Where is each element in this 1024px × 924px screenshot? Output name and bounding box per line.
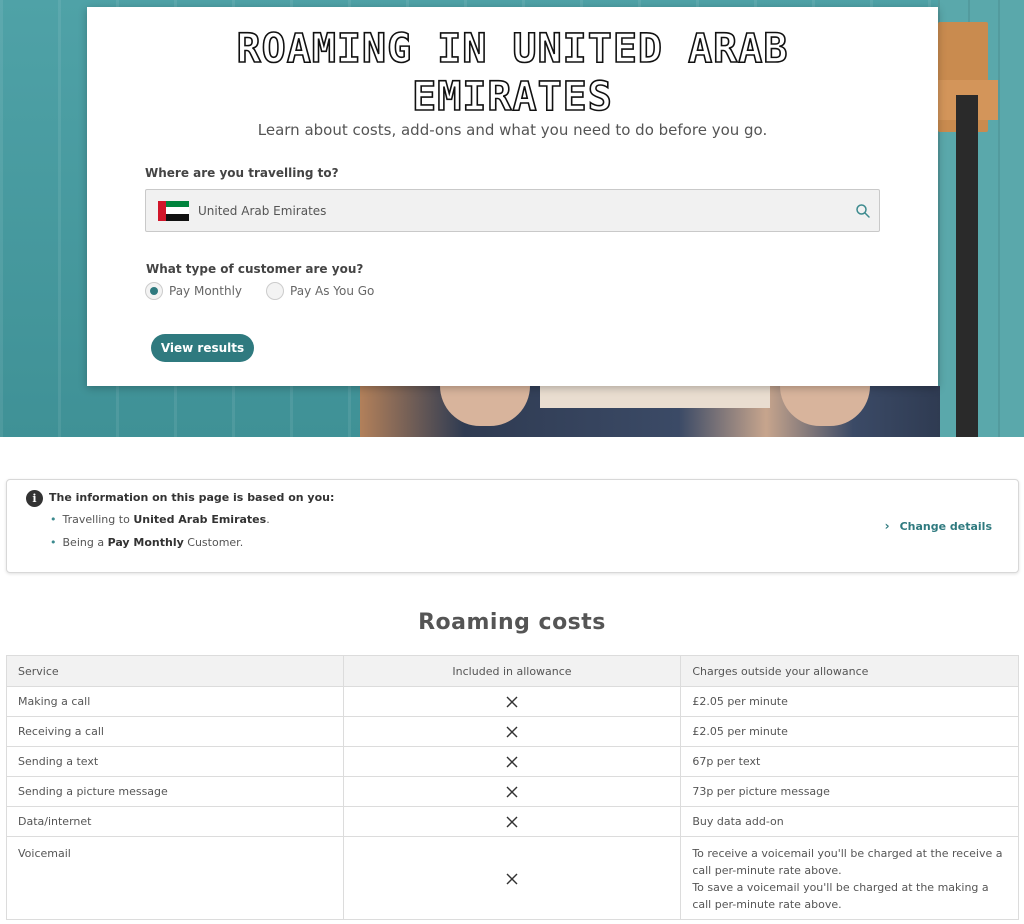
personalised-info-box: i The information on this page is based … (6, 479, 1019, 573)
page-title-line-1: ROAMING IN UNITED ARAB (236, 25, 789, 73)
cross-icon (506, 873, 518, 884)
charge-cell: £2.05 per minute (680, 716, 1019, 747)
page-subtitle: Learn about costs, add-ons and what you … (257, 121, 768, 139)
cross-icon (506, 696, 518, 708)
destination-label: Where are you travelling to? (145, 166, 339, 180)
info-customer-prefix: Being a (62, 536, 108, 549)
info-travel-suffix: . (266, 513, 270, 526)
cross-icon (506, 756, 518, 768)
radio-pay-as-you-go-label[interactable]: Pay As You Go (290, 284, 374, 298)
cross-icon (506, 816, 518, 828)
info-heading: The information on this page is based on… (49, 491, 335, 504)
included-cell (342, 836, 682, 920)
radio-pay-as-you-go-circle[interactable] (266, 282, 285, 300)
service-cell: Data/internet (6, 806, 344, 837)
radio-pay-monthly-circle[interactable] (145, 282, 163, 300)
header-charges: Charges outside your allowance (680, 655, 1019, 687)
bullet-icon: • (50, 536, 57, 549)
included-cell (342, 686, 682, 717)
destination-value[interactable]: United Arab Emirates (198, 204, 326, 218)
change-details-label[interactable]: Change details (900, 520, 992, 533)
service-cell: Making a call (6, 686, 344, 717)
change-details-link[interactable]: › Change details (885, 519, 992, 533)
info-customer-suffix: Customer. (183, 536, 244, 549)
info-travel-value: United Arab Emirates (133, 513, 267, 526)
info-customer-item: • Being a Pay Monthly Customer. (50, 536, 243, 549)
table-row: Receiving a call £2.05 per minute (6, 716, 1019, 747)
hero-banner: ROAMING IN UNITED ARAB EMIRATES Learn ab… (0, 0, 1024, 437)
service-cell: Sending a picture message (6, 776, 344, 807)
roaming-costs-table: Service Included in allowance Charges ou… (6, 655, 1019, 920)
included-cell (342, 746, 682, 777)
header-service: Service (6, 655, 344, 687)
search-icon[interactable] (855, 203, 871, 219)
customer-type-group: Pay Monthly Pay As You Go (145, 282, 398, 300)
table-row: Sending a picture message 73p per pictur… (6, 776, 1019, 807)
info-customer-value: Pay Monthly (107, 536, 184, 549)
uae-flag-icon (158, 200, 189, 221)
included-cell (342, 716, 682, 747)
bullet-icon: • (50, 513, 57, 526)
included-cell (342, 806, 682, 837)
table-row: Voicemail To receive a voicemail you'll … (6, 836, 1019, 920)
charge-cell: Buy data add-on (680, 806, 1019, 837)
radio-pay-monthly-label[interactable]: Pay Monthly (169, 284, 242, 298)
voicemail-save-note: To save a voicemail you'll be charged at… (692, 881, 989, 911)
voicemail-receive-note: To receive a voicemail you'll be charged… (692, 847, 1003, 877)
table-row: Making a call £2.05 per minute (6, 686, 1019, 717)
cross-icon (506, 786, 518, 798)
radio-pay-monthly[interactable]: Pay Monthly (145, 282, 242, 300)
info-icon: i (26, 490, 43, 507)
header-included: Included in allowance (342, 655, 682, 687)
included-cell (342, 776, 682, 807)
charge-cell: £2.05 per minute (680, 686, 1019, 717)
page-title: ROAMING IN UNITED ARAB EMIRATES (87, 25, 938, 121)
cross-icon (506, 726, 518, 738)
table-header-row: Service Included in allowance Charges ou… (6, 655, 1019, 687)
charge-cell: To receive a voicemail you'll be charged… (680, 836, 1019, 920)
service-cell: Sending a text (6, 746, 344, 777)
roaming-costs-title: Roaming costs (418, 610, 606, 635)
info-travel-prefix: Travelling to (62, 513, 134, 526)
table-row: Data/internet Buy data add-on (6, 806, 1019, 837)
info-travel-item: • Travelling to United Arab Emirates. (50, 513, 270, 526)
service-cell: Voicemail (6, 836, 344, 920)
view-results-button[interactable]: View results (151, 334, 254, 362)
charge-cell: 67p per text (680, 746, 1019, 777)
page-title-line-2: EMIRATES (411, 73, 613, 121)
radio-pay-as-you-go[interactable]: Pay As You Go (266, 282, 374, 300)
table-row: Sending a text 67p per text (6, 746, 1019, 777)
search-card: ROAMING IN UNITED ARAB EMIRATES Learn ab… (87, 7, 938, 386)
hero-background-bottom (360, 386, 940, 437)
chevron-right-icon[interactable]: › (885, 519, 890, 533)
destination-search-field[interactable]: United Arab Emirates (145, 189, 880, 232)
service-cell: Receiving a call (6, 716, 344, 747)
hero-background-right (938, 0, 1024, 437)
charge-cell: 73p per picture message (680, 776, 1019, 807)
customer-type-label: What type of customer are you? (146, 262, 364, 276)
